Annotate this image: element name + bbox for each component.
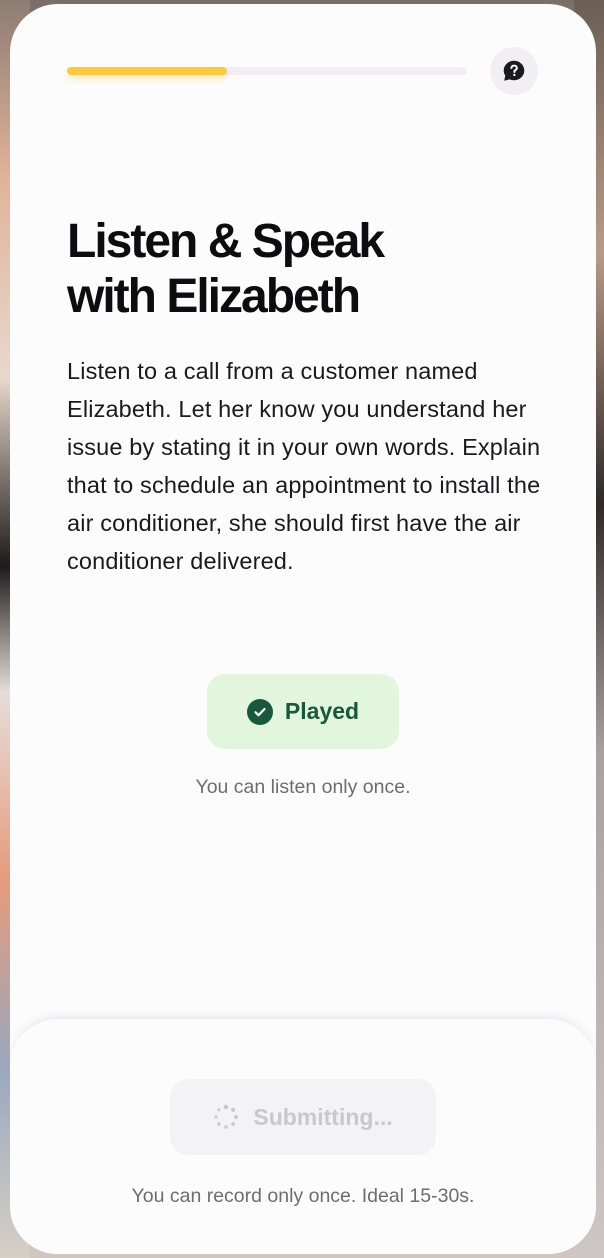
played-button[interactable]: Played — [207, 674, 399, 749]
question-bubble-icon — [503, 60, 525, 81]
progress-bar — [67, 67, 467, 75]
submit-button-label: Submitting... — [253, 1103, 393, 1130]
task-description: Listen to a call from a customer named E… — [67, 358, 541, 574]
played-button-label: Played — [284, 698, 360, 724]
progress-bar-fill — [67, 67, 227, 75]
bottom-panel: Submitting... You can record only once. … — [10, 1017, 596, 1254]
submit-button[interactable]: Submitting... — [170, 1079, 436, 1155]
title-line-2: with Elizabeth — [67, 270, 361, 323]
title-line-1: Listen & Speak — [67, 215, 385, 268]
spinner-icon — [214, 1104, 239, 1129]
check-circle-icon — [246, 698, 273, 725]
task-card: Listen & Speak with Elizabeth Listen to … — [10, 4, 596, 1254]
listen-note: You can listen only once. — [195, 776, 411, 798]
page-title: Listen & Speak with Elizabeth — [67, 214, 547, 324]
record-note: You can record only once. Ideal 15-30s. — [131, 1185, 475, 1207]
help-button[interactable] — [490, 47, 538, 95]
